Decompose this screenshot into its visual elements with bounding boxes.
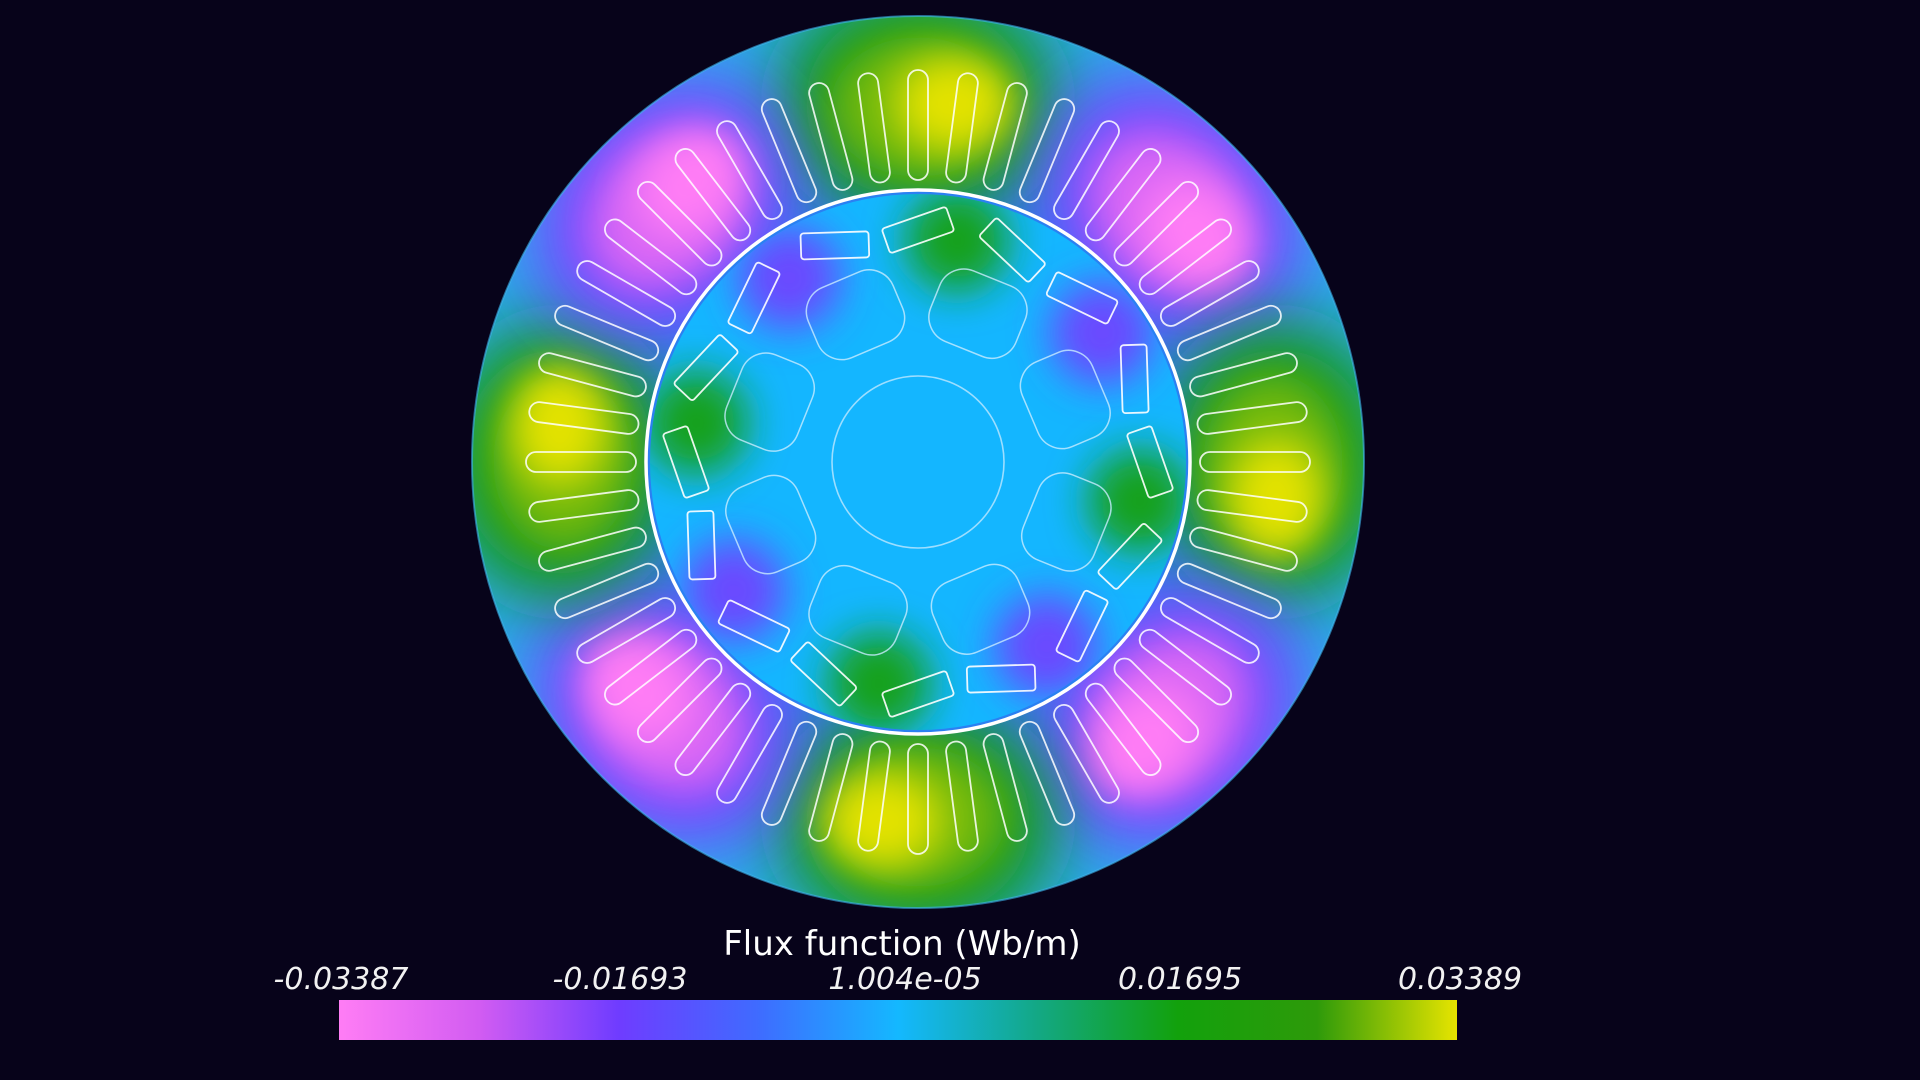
colorbar-title: Flux function (Wb/m) bbox=[723, 924, 1081, 964]
colorbar-tick-label: -0.03387 bbox=[273, 962, 409, 997]
flux-field-plot bbox=[471, 15, 1365, 909]
colorbar-gradient bbox=[339, 1000, 1457, 1040]
flux-pole-peak bbox=[1228, 437, 1325, 558]
colorbar-tick-label: 1.004e-05 bbox=[828, 962, 982, 997]
colorbar-tick-label: 0.01695 bbox=[1117, 962, 1243, 997]
colorbar-tick-label: 0.03389 bbox=[1397, 962, 1523, 997]
flux-pole-peak bbox=[511, 366, 608, 487]
colorbar-tick-label: -0.01693 bbox=[552, 962, 688, 997]
flux-pole-peak bbox=[893, 55, 1014, 152]
colorbar bbox=[339, 1000, 1457, 1040]
flux-pole-peak bbox=[822, 772, 943, 869]
